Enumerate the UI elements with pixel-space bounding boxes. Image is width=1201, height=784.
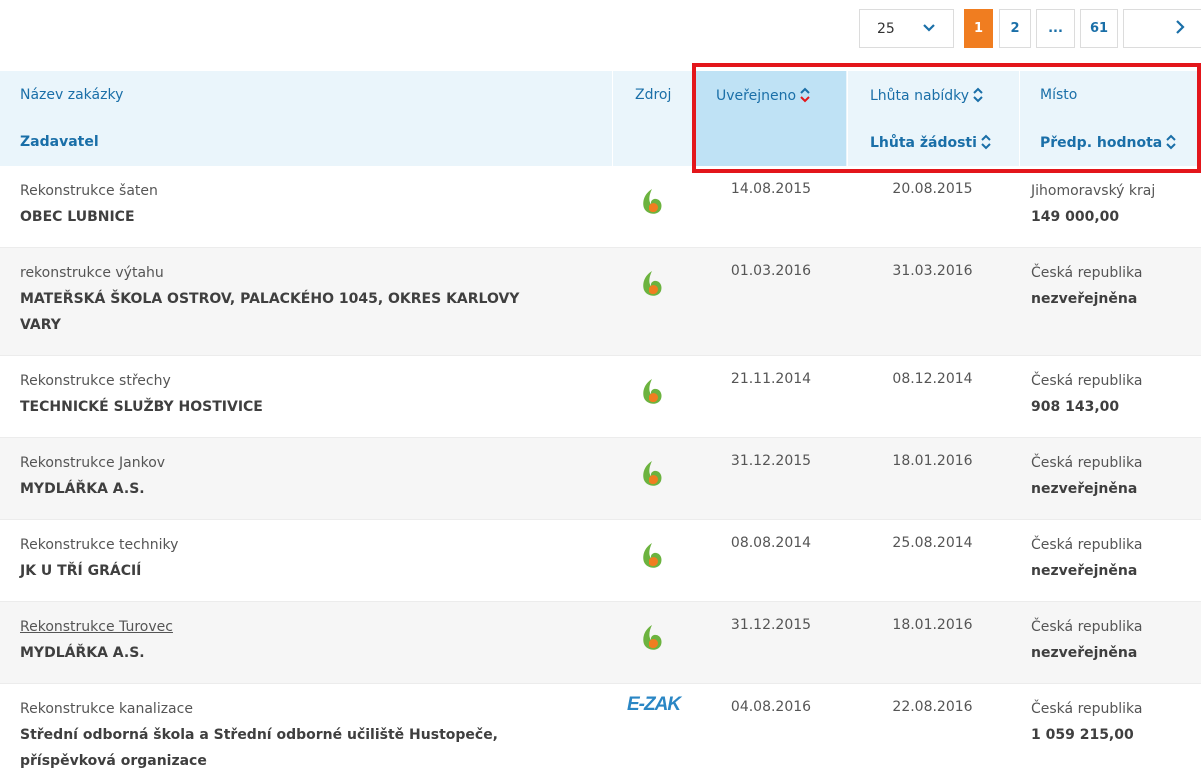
- published-date: 01.03.2016: [730, 263, 812, 279]
- contractor-name: TECHNICKÉ SLUŽBY HOSTIVICE: [20, 399, 263, 415]
- chevron-down-icon: [923, 24, 935, 32]
- per-page-select[interactable]: 25: [859, 9, 954, 48]
- table-row[interactable]: Rekonstrukce šaten OBEC LUBNICE 14.08.20…: [0, 166, 1201, 248]
- tender-name[interactable]: Rekonstrukce střechy: [20, 367, 171, 395]
- table-header: Název zakázky Zadavatel Zdroj Uveřejneno…: [0, 71, 1201, 166]
- leaf-icon: [643, 625, 662, 650]
- deadline-date: 31.03.2016: [892, 263, 973, 279]
- estimated-value: nezveřejněna: [1031, 563, 1138, 579]
- table-row[interactable]: Rekonstrukce kanalizace Střední odborná …: [0, 684, 1201, 784]
- request-deadline-label: Lhůta žádosti: [870, 135, 977, 151]
- leaf-icon: [643, 379, 662, 404]
- leaf-icon: [643, 271, 662, 296]
- sort-published[interactable]: Uveřejneno: [716, 87, 811, 104]
- published-date: 08.08.2014: [730, 535, 812, 551]
- tender-name[interactable]: Rekonstrukce Jankov: [20, 449, 165, 477]
- table-row[interactable]: Rekonstrukce Turovec MYDLÁŘKA A.S. 31.12…: [0, 602, 1201, 684]
- tender-name[interactable]: Rekonstrukce techniky: [20, 531, 178, 559]
- source-column-label: Zdroj: [635, 87, 672, 103]
- place: Česká republika: [1031, 455, 1143, 471]
- header-published: Uveřejneno: [696, 71, 846, 166]
- tender-name[interactable]: rekonstrukce výtahu: [20, 259, 164, 287]
- deadline-date: 08.12.2014: [892, 371, 973, 387]
- contractor-name: OBEC LUBNICE: [20, 209, 135, 225]
- header-place-value: Místo Předp. hodnota: [1019, 71, 1201, 166]
- published-date: 21.11.2014: [730, 371, 812, 387]
- estimated-value-label: Předp. hodnota: [1040, 135, 1163, 151]
- leaf-icon: [643, 189, 662, 214]
- place: Česká republika: [1031, 265, 1143, 281]
- estimated-value: 149 000,00: [1031, 209, 1120, 225]
- leaf-icon: [643, 461, 662, 486]
- table-row[interactable]: Rekonstrukce Jankov MYDLÁŘKA A.S. 31.12.…: [0, 438, 1201, 520]
- sort-active-icon: [800, 87, 810, 103]
- contractor-name-line2: VARY: [20, 317, 61, 333]
- leaf-icon: [643, 543, 662, 568]
- tender-name-link[interactable]: Rekonstrukce Turovec: [20, 613, 173, 641]
- sort-icon: [1166, 134, 1176, 150]
- published-date: 14.08.2015: [730, 181, 812, 197]
- tender-name[interactable]: Rekonstrukce šaten: [20, 177, 158, 205]
- sort-name[interactable]: Název zakázky: [20, 87, 123, 103]
- sort-icon: [981, 134, 991, 150]
- page-button-2[interactable]: 2: [999, 9, 1031, 48]
- table-row[interactable]: Rekonstrukce techniky JK U TŘÍ GRÁCIÍ 08…: [0, 520, 1201, 602]
- deadline-date: 18.01.2016: [892, 617, 973, 633]
- ezak-logo: E-ZAK: [627, 694, 681, 715]
- contractor-name: MYDLÁŘKA A.S.: [20, 645, 145, 661]
- contractor-name-line1: Střední odborná škola a Střední odborné …: [20, 727, 499, 743]
- page-button-last[interactable]: 61: [1080, 9, 1118, 48]
- pagination-bar: 25 1 2 ... 61: [0, 0, 1201, 70]
- tender-name[interactable]: Rekonstrukce kanalizace: [20, 695, 193, 723]
- published-date: 04.08.2016: [730, 699, 812, 715]
- next-page-button[interactable]: [1123, 9, 1201, 48]
- chevron-right-icon: [1176, 20, 1185, 34]
- header-source: Zdroj: [612, 71, 695, 166]
- place: Česká republika: [1031, 373, 1143, 389]
- offer-deadline-label: Lhůta nabídky: [870, 88, 970, 104]
- contractor-name-line1: MATEŘSKÁ ŠKOLA OSTROV, PALACKÉHO 1045, O…: [20, 291, 520, 307]
- contractor-name: MYDLÁŘKA A.S.: [20, 481, 145, 497]
- header-deadlines: Lhůta nabídky Lhůta žádosti: [847, 71, 1019, 166]
- sort-offer-deadline[interactable]: Lhůta nabídky: [870, 87, 984, 104]
- estimated-value: nezveřejněna: [1031, 291, 1138, 307]
- estimated-value: 1 059 215,00: [1031, 727, 1134, 743]
- contractor-name: JK U TŘÍ GRÁCIÍ: [20, 563, 142, 579]
- estimated-value: 908 143,00: [1031, 399, 1120, 415]
- place: Česká republika: [1031, 537, 1143, 553]
- place: Česká republika: [1031, 701, 1143, 717]
- deadline-date: 18.01.2016: [892, 453, 973, 469]
- deadline-date: 20.08.2015: [892, 181, 973, 197]
- sort-estimated-value[interactable]: Předp. hodnota: [1040, 134, 1177, 151]
- estimated-value: nezveřejněna: [1031, 645, 1138, 661]
- page-button-1[interactable]: 1: [964, 9, 993, 48]
- deadline-date: 25.08.2014: [892, 535, 973, 551]
- table-row[interactable]: Rekonstrukce střechy TECHNICKÉ SLUŽBY HO…: [0, 356, 1201, 438]
- published-label: Uveřejneno: [716, 88, 797, 104]
- place: Česká republika: [1031, 619, 1143, 635]
- estimated-value: nezveřejněna: [1031, 481, 1138, 497]
- contractor-name-line2: příspěvková organizace: [20, 753, 207, 769]
- per-page-value: 25: [877, 21, 895, 37]
- published-date: 31.12.2015: [730, 453, 812, 469]
- published-date: 31.12.2015: [730, 617, 812, 633]
- header-name-contractor: Název zakázky Zadavatel: [0, 71, 612, 166]
- sort-icon: [973, 87, 983, 103]
- sort-contractor[interactable]: Zadavatel: [20, 134, 99, 150]
- tenders-table: Název zakázky Zadavatel Zdroj Uveřejneno…: [0, 71, 1201, 784]
- deadline-date: 22.08.2016: [892, 699, 973, 715]
- page-ellipsis[interactable]: ...: [1036, 9, 1075, 48]
- sort-request-deadline[interactable]: Lhůta žádosti: [870, 134, 992, 151]
- sort-place[interactable]: Místo: [1040, 87, 1077, 103]
- place: Jihomoravský kraj: [1031, 183, 1156, 199]
- table-row[interactable]: rekonstrukce výtahu MATEŘSKÁ ŠKOLA OSTRO…: [0, 248, 1201, 356]
